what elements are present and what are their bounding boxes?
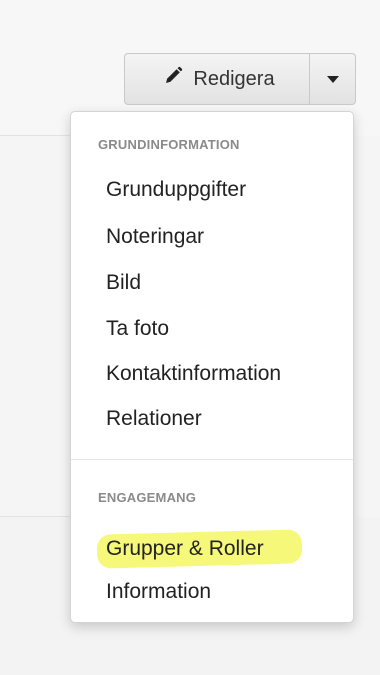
menu-section-header: ENGAGEMANG — [98, 490, 197, 505]
menu-section-header: GRUNDINFORMATION — [98, 137, 240, 152]
menu-item-kontaktinformation[interactable]: Kontaktinformation — [106, 362, 281, 386]
menu-item-noteringar[interactable]: Noteringar — [106, 225, 204, 249]
menu-item-information[interactable]: Information — [106, 580, 211, 604]
menu-item-relationer[interactable]: Relationer — [106, 407, 202, 431]
menu-item-ta-foto[interactable]: Ta foto — [106, 317, 169, 341]
edit-button-group: Redigera — [124, 53, 356, 105]
caret-down-icon — [326, 75, 339, 83]
menu-item-grunduppgifter[interactable]: Grunduppgifter — [106, 178, 246, 202]
menu-divider — [71, 459, 353, 460]
edit-button[interactable]: Redigera — [124, 53, 310, 105]
divider — [0, 516, 72, 517]
edit-button-label: Redigera — [193, 67, 275, 90]
dropdown-toggle-button[interactable] — [310, 53, 356, 105]
pencil-icon — [163, 66, 183, 92]
divider — [0, 135, 72, 136]
dropdown-menu: GRUNDINFORMATION Grunduppgifter Notering… — [70, 111, 354, 623]
menu-item-grupper-roller[interactable]: Grupper & Roller — [106, 537, 264, 561]
menu-item-bild[interactable]: Bild — [106, 271, 141, 295]
